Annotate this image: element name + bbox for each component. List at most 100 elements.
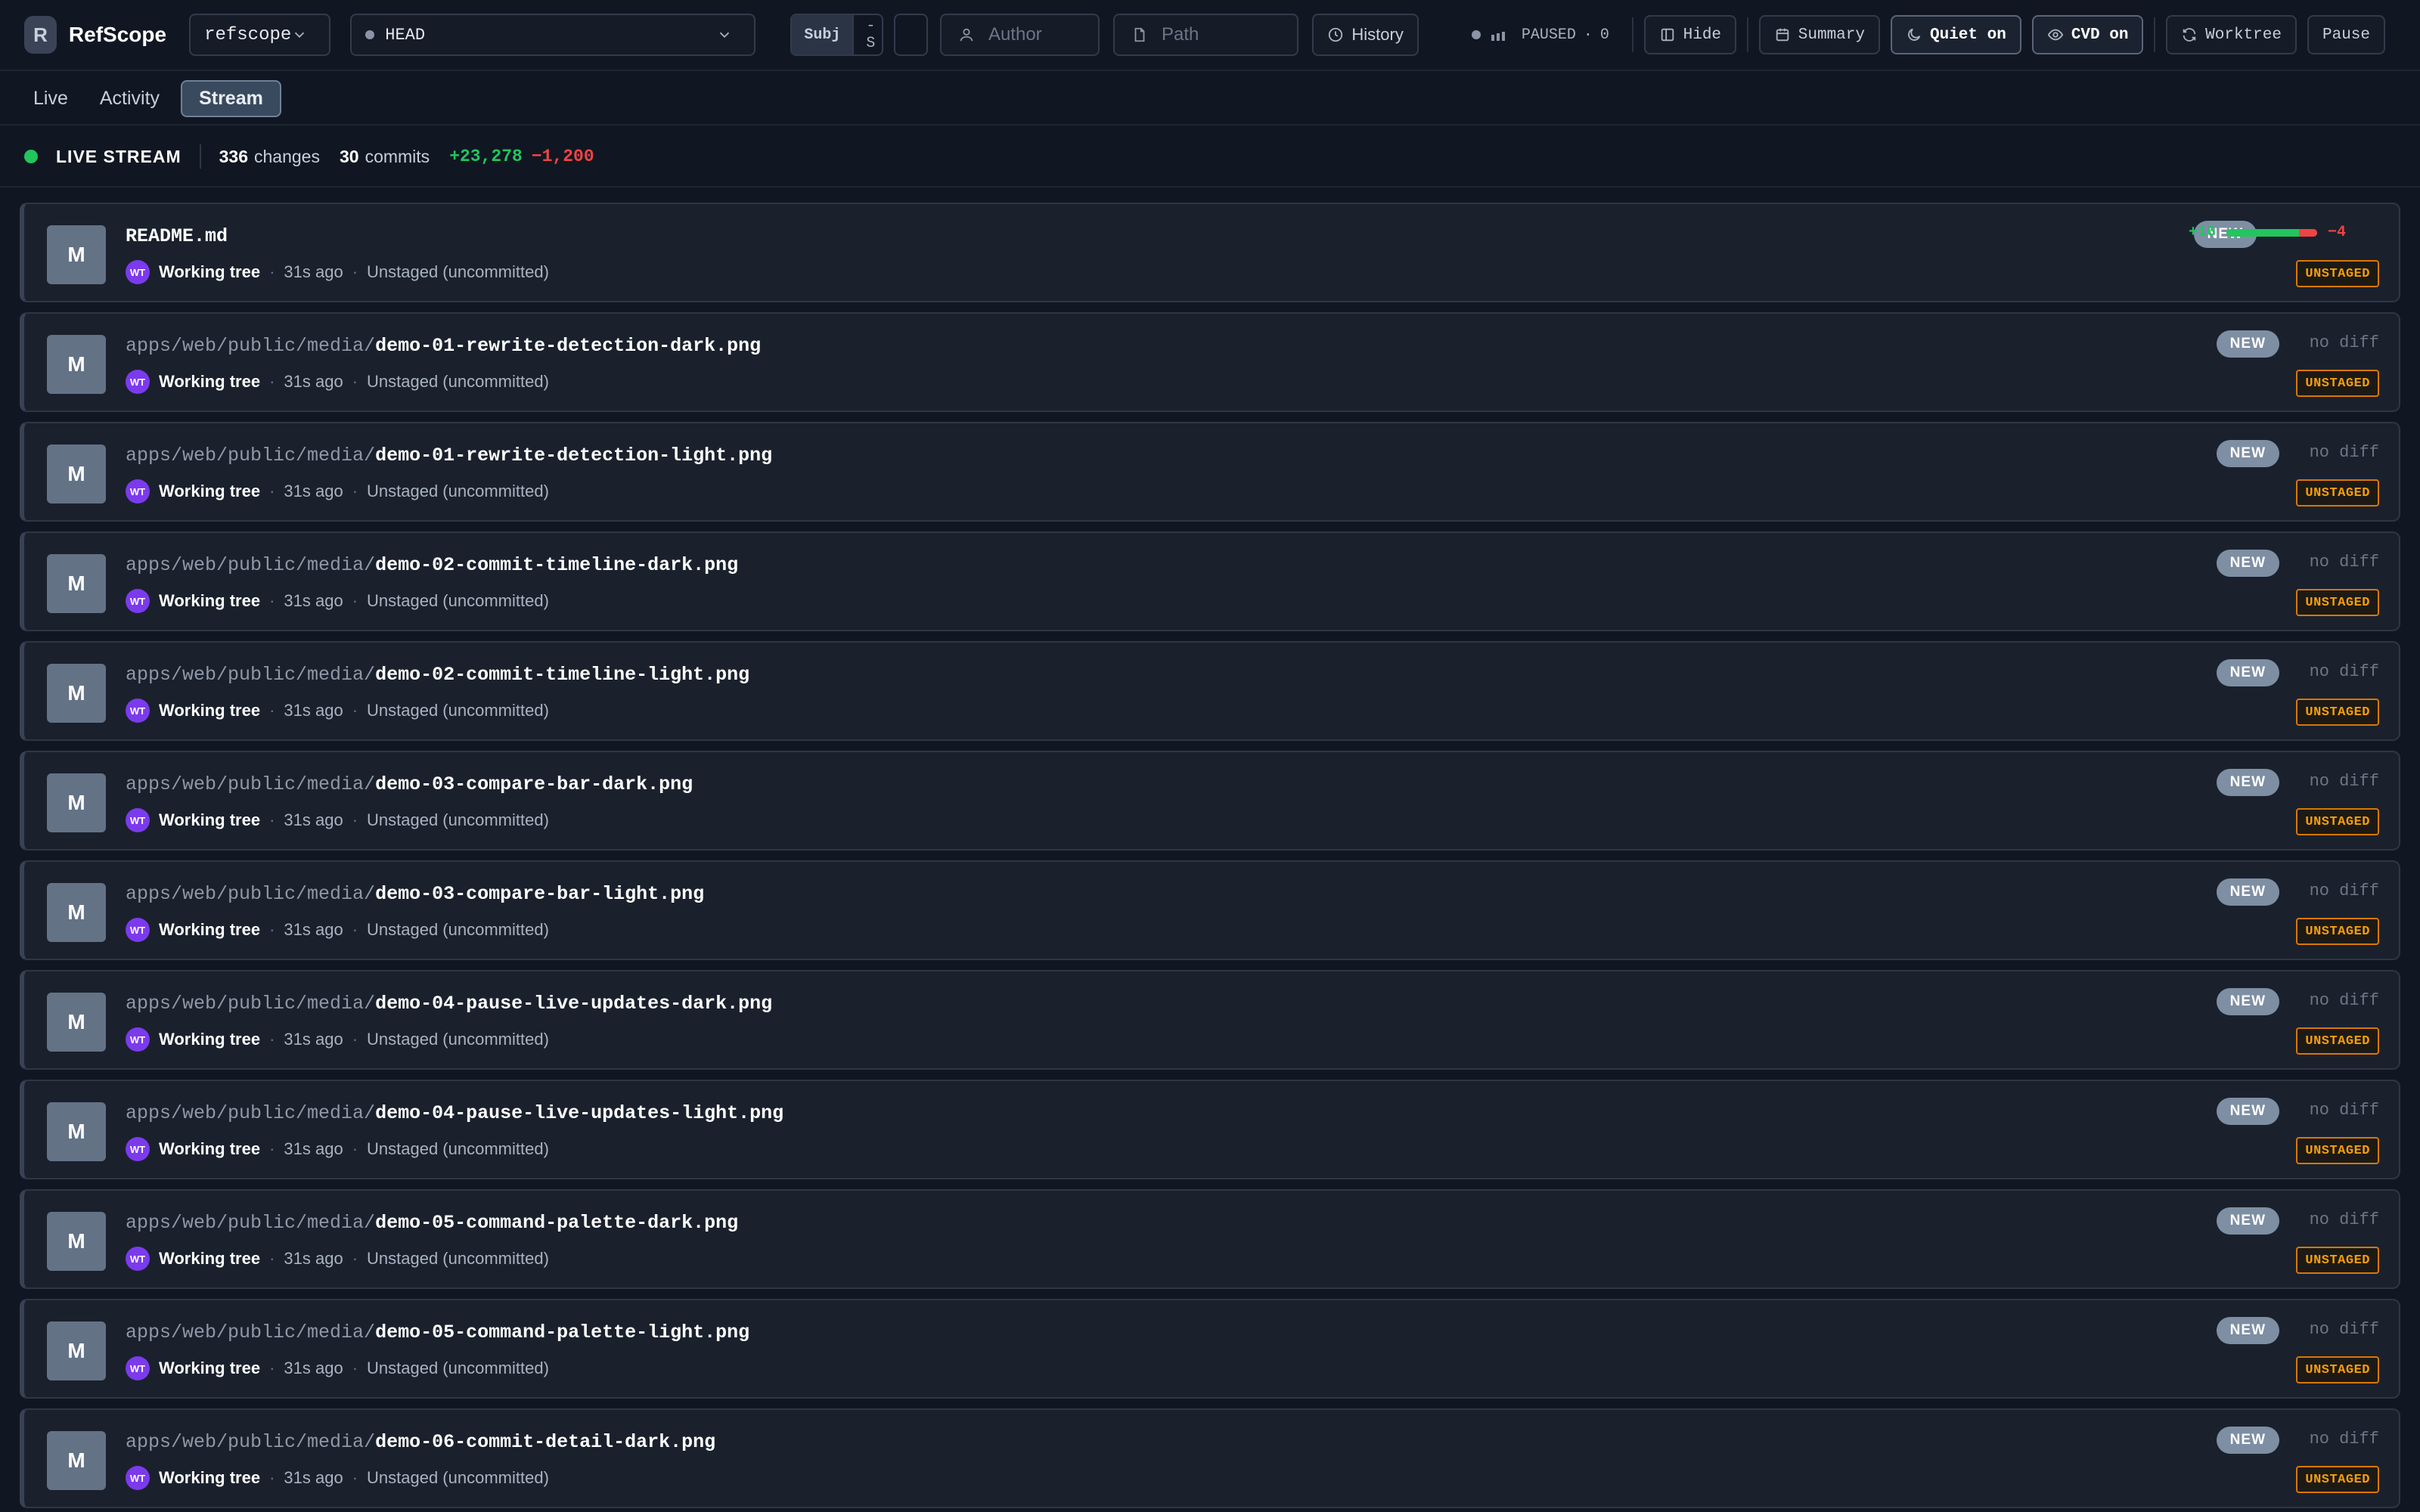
file-path[interactable]: apps/web/public/media/demo-02-commit-tim… xyxy=(126,554,738,576)
list-item[interactable]: M apps/web/public/media/demo-01-rewrite-… xyxy=(20,422,2400,522)
repo-select[interactable]: refscope xyxy=(189,14,331,56)
no-diff-label: no diff xyxy=(2309,991,2379,1010)
row-meta: WT Working tree · 31s ago · Unstaged (un… xyxy=(126,1466,549,1490)
meta-separator: · xyxy=(269,920,275,939)
file-dir: apps/web/public/media/ xyxy=(126,883,376,905)
author-name: Working tree xyxy=(159,262,261,281)
live-status-indicator: PAUSED · 0 xyxy=(1471,26,1609,44)
ref-dot-icon xyxy=(365,30,375,39)
meta-separator: · xyxy=(352,482,358,500)
list-item[interactable]: M apps/web/public/media/demo-04-pause-li… xyxy=(20,1080,2400,1179)
meta-separator: · xyxy=(269,372,275,391)
tab-live[interactable]: Live xyxy=(33,88,68,110)
file-path[interactable]: apps/web/public/media/demo-05-command-pa… xyxy=(126,1321,749,1343)
status-modified-icon: M xyxy=(47,1102,106,1161)
ref-select-value: HEAD xyxy=(385,25,426,45)
file-path[interactable]: apps/web/public/media/demo-05-command-pa… xyxy=(126,1212,738,1234)
row-indicators: NEW +16 −4 UNSTAGED xyxy=(2062,221,2379,289)
new-badge: NEW xyxy=(2216,1098,2279,1125)
avatar: WT xyxy=(126,1356,150,1380)
meta-separator: · xyxy=(269,1359,275,1377)
file-name: demo-04-pause-live-updates-light.png xyxy=(375,1102,784,1124)
history-icon xyxy=(1329,27,1343,42)
file-path[interactable]: README.md xyxy=(126,225,228,247)
file-dir: apps/web/public/media/ xyxy=(126,1431,376,1453)
author-name: Working tree xyxy=(159,1359,261,1377)
meta-separator: · xyxy=(352,1249,358,1268)
row-indicators: NEW no diff UNSTAGED xyxy=(2062,659,2379,727)
no-diff-label: no diff xyxy=(2309,1320,2379,1339)
list-item[interactable]: M apps/web/public/media/demo-03-compare-… xyxy=(20,860,2400,960)
author-filter-input[interactable]: Author xyxy=(939,14,1100,56)
calendar-icon xyxy=(1776,28,1789,42)
list-item[interactable]: M apps/web/public/media/demo-02-commit-t… xyxy=(20,641,2400,741)
avatar: WT xyxy=(126,1027,150,1052)
ref-select[interactable]: HEAD xyxy=(350,14,756,56)
unstaged-badge: UNSTAGED xyxy=(2296,699,2379,726)
history-label: History xyxy=(1351,25,1404,44)
tab-stream[interactable]: Stream xyxy=(181,79,281,117)
list-item[interactable]: M apps/web/public/media/demo-05-command-… xyxy=(20,1299,2400,1399)
row-indicators: NEW no diff UNSTAGED xyxy=(2062,440,2379,508)
timestamp: 31s ago xyxy=(284,810,343,829)
avatar: WT xyxy=(126,260,150,284)
author-placeholder: Author xyxy=(988,24,1042,45)
path-filter-input[interactable]: Path xyxy=(1113,14,1299,56)
file-dir: apps/web/public/media/ xyxy=(126,445,376,466)
new-badge: NEW xyxy=(2216,550,2279,577)
commit-state: Unstaged (uncommitted) xyxy=(367,1249,549,1268)
list-item[interactable]: M apps/web/public/media/demo-05-command-… xyxy=(20,1189,2400,1289)
worktree-button[interactable]: Worktree xyxy=(2166,15,2297,54)
unstaged-badge: UNSTAGED xyxy=(2296,370,2379,397)
hide-button[interactable]: Hide xyxy=(1643,15,1737,54)
file-path[interactable]: apps/web/public/media/demo-06-commit-det… xyxy=(126,1431,715,1453)
file-path[interactable]: apps/web/public/media/demo-04-pause-live… xyxy=(126,1102,783,1124)
list-item[interactable]: M apps/web/public/media/demo-04-pause-li… xyxy=(20,970,2400,1070)
status-modified-icon: M xyxy=(47,335,106,394)
repo-select-value: refscope xyxy=(204,24,292,45)
pause-button[interactable]: Pause xyxy=(2307,15,2385,54)
commit-state: Unstaged (uncommitted) xyxy=(367,262,549,281)
list-item[interactable]: M apps/web/public/media/demo-02-commit-t… xyxy=(20,531,2400,631)
list-item[interactable]: M apps/web/public/media/demo-01-rewrite-… xyxy=(20,312,2400,412)
summary-button[interactable]: Summary xyxy=(1758,15,1880,54)
row-meta: WT Working tree · 31s ago · Unstaged (un… xyxy=(126,918,549,942)
diffstat: +16 −4 xyxy=(2189,224,2346,241)
file-path[interactable]: apps/web/public/media/demo-02-commit-tim… xyxy=(126,664,749,686)
file-path[interactable]: apps/web/public/media/demo-01-rewrite-de… xyxy=(126,445,772,466)
avatar: WT xyxy=(126,1137,150,1161)
cvd-toggle[interactable]: CVD on xyxy=(2031,15,2144,54)
row-indicators: NEW no diff UNSTAGED xyxy=(2062,1427,2379,1495)
new-badge: NEW xyxy=(2216,988,2279,1015)
file-path[interactable]: apps/web/public/media/demo-03-compare-ba… xyxy=(126,883,704,905)
list-item[interactable]: M apps/web/public/media/demo-03-compare-… xyxy=(20,751,2400,850)
file-path[interactable]: apps/web/public/media/demo-03-compare-ba… xyxy=(126,773,693,795)
file-path[interactable]: apps/web/public/media/demo-04-pause-live… xyxy=(126,993,772,1015)
file-dir: apps/web/public/media/ xyxy=(126,1321,376,1343)
history-button[interactable]: History xyxy=(1312,14,1419,56)
unstaged-badge: UNSTAGED xyxy=(2296,260,2379,287)
file-name: demo-01-rewrite-detection-dark.png xyxy=(375,335,762,357)
quiet-toggle[interactable]: Quiet on xyxy=(1890,15,2021,54)
author-name: Working tree xyxy=(159,1139,261,1158)
status-modified-icon: M xyxy=(47,664,106,723)
file-dir: apps/web/public/media/ xyxy=(126,664,376,686)
new-badge: NEW xyxy=(2216,440,2279,467)
mode-subj-button[interactable]: Subj xyxy=(792,15,853,54)
hide-label: Hide xyxy=(1683,26,1722,44)
diff-ratio-bar xyxy=(2226,228,2317,237)
file-path[interactable]: apps/web/public/media/demo-01-rewrite-de… xyxy=(126,335,761,357)
timestamp: 31s ago xyxy=(284,262,343,281)
search-input[interactable] xyxy=(893,14,928,56)
file-dir: apps/web/public/media/ xyxy=(126,1102,376,1124)
list-item[interactable]: M apps/web/public/media/demo-06-commit-d… xyxy=(20,1408,2400,1508)
tab-activity[interactable]: Activity xyxy=(100,88,160,110)
commit-state: Unstaged (uncommitted) xyxy=(367,372,549,391)
status-modified-icon: M xyxy=(47,1212,106,1271)
list-item[interactable]: M README.md WT Working tree · 31s ago · … xyxy=(20,203,2400,302)
status-dot-icon xyxy=(1471,30,1481,39)
mode-pickaxe-button[interactable]: -S xyxy=(852,15,881,54)
user-icon xyxy=(960,28,973,42)
live-indicator-icon xyxy=(24,150,38,163)
stream-label: LIVE STREAM xyxy=(56,146,182,166)
